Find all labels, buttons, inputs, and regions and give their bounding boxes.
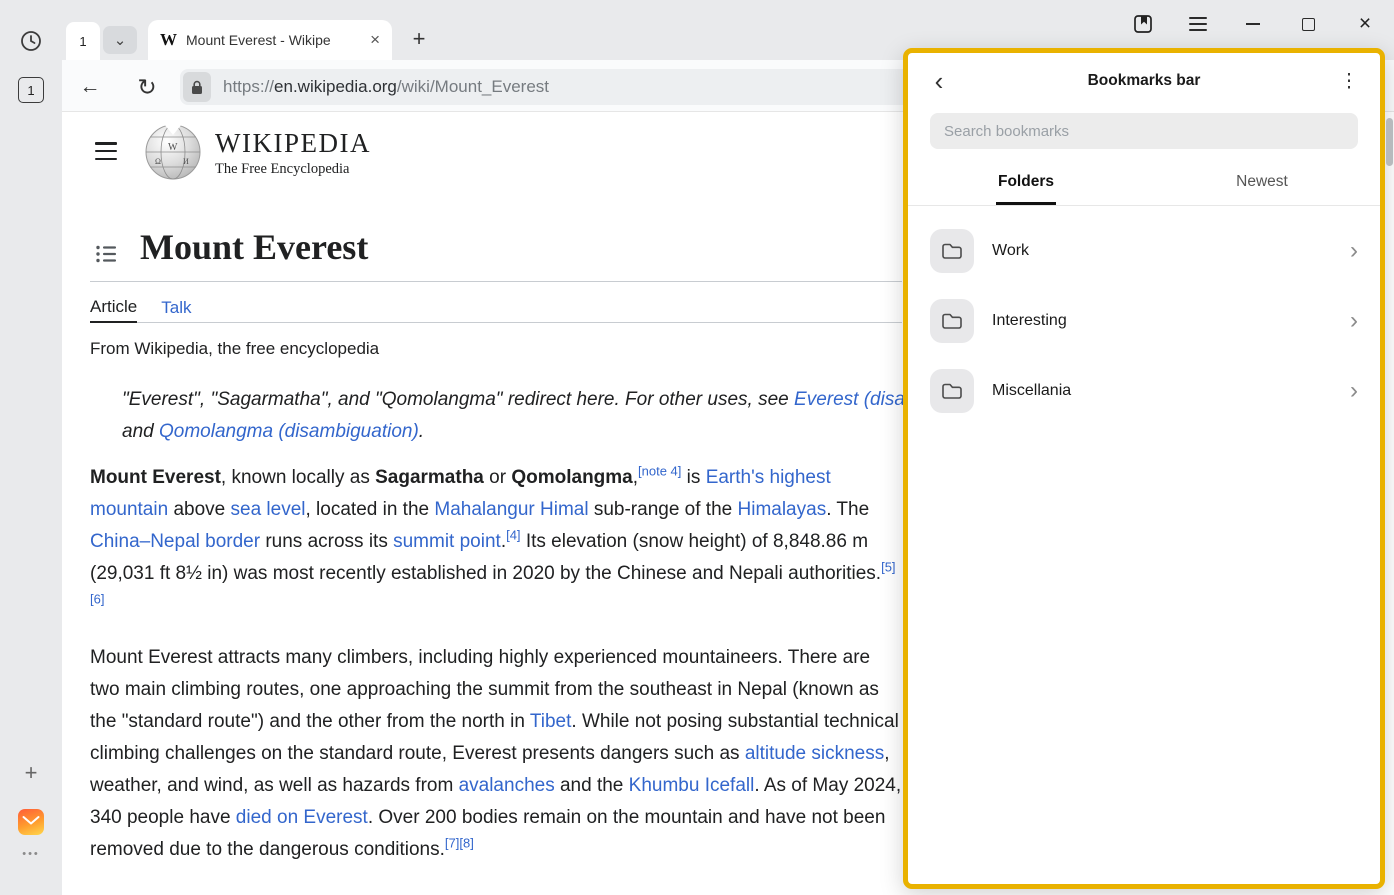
folder-icon xyxy=(930,369,974,413)
back-button[interactable]: ← xyxy=(76,73,104,101)
reload-button[interactable]: ↻ xyxy=(133,73,161,101)
panel-back-button[interactable]: ‹ xyxy=(924,66,954,97)
folder-icon xyxy=(930,299,974,343)
heading-divider xyxy=(90,281,902,282)
folder-icon xyxy=(930,229,974,273)
tab-stack-count: 1 xyxy=(79,34,86,49)
tab-stack-expand-button[interactable]: ⌄ xyxy=(103,26,137,54)
tab-article[interactable]: Article xyxy=(90,292,137,323)
article-talk-tabs: Article Talk xyxy=(90,292,902,323)
wordmark-tagline: The Free Encyclopedia xyxy=(215,161,371,178)
tab-folders-label: Folders xyxy=(996,165,1056,205)
bookmarks-panel: ‹ Bookmarks bar ⋮ Folders Newest Work › xyxy=(903,48,1385,889)
wikipedia-favicon: W xyxy=(160,30,177,50)
browser-window: 1 + ••• 1 ⌄ W Mount Everest - Wikipe × + xyxy=(0,0,1394,895)
article-paragraph: Mount Everest, known locally as Sagarmat… xyxy=(90,462,902,622)
wordmark-text: WIKIPEDIA xyxy=(215,128,371,159)
search-bookmarks-input[interactable] xyxy=(944,123,1344,140)
new-tab-button[interactable]: + xyxy=(404,24,434,54)
tab-title: Mount Everest - Wikipe xyxy=(186,32,361,48)
article-subtitle: From Wikipedia, the free encyclopedia xyxy=(90,339,379,359)
left-sidebar: 1 + ••• xyxy=(0,0,62,895)
folder-label: Interesting xyxy=(992,312,1332,330)
folder-label: Work xyxy=(992,242,1332,260)
tab-close-icon[interactable]: × xyxy=(370,30,380,50)
envelope-glyph xyxy=(22,815,40,829)
tab-talk[interactable]: Talk xyxy=(161,292,191,323)
minimize-button[interactable] xyxy=(1239,10,1267,38)
tab-newest[interactable]: Newest xyxy=(1144,165,1380,205)
page-title: Mount Everest xyxy=(140,226,368,268)
folder-row-work[interactable]: Work › xyxy=(908,216,1380,286)
tab-newest-label: Newest xyxy=(1234,165,1290,202)
tab-folders[interactable]: Folders xyxy=(908,165,1144,205)
chevron-right-icon[interactable]: › xyxy=(1350,237,1358,265)
minimize-icon xyxy=(1246,23,1260,25)
chevron-right-icon[interactable]: › xyxy=(1350,377,1358,405)
more-panels-icon[interactable]: ••• xyxy=(14,848,48,860)
url-text: https://en.wikipedia.org/wiki/Mount_Ever… xyxy=(223,77,549,97)
site-security-badge[interactable] xyxy=(183,72,211,102)
kebab-icon: ⋮ xyxy=(1340,70,1359,93)
svg-text:W: W xyxy=(168,142,178,153)
add-panel-button[interactable]: + xyxy=(18,760,44,786)
mail-icon[interactable] xyxy=(18,809,44,835)
window-close-button[interactable]: × xyxy=(1351,10,1379,38)
panel-title: Bookmarks bar xyxy=(954,72,1334,90)
lock-icon xyxy=(191,80,203,95)
main-menu-button[interactable] xyxy=(1184,10,1212,38)
back-arrow-icon: ← xyxy=(80,75,101,99)
maximize-button[interactable] xyxy=(1294,10,1322,38)
folder-row-miscellania[interactable]: Miscellania › xyxy=(908,356,1380,426)
hamburger-icon xyxy=(1189,17,1207,31)
wikipedia-globe-logo[interactable]: W Ω И xyxy=(143,122,203,187)
url-scheme: https:// xyxy=(223,77,274,96)
wikipedia-wordmark[interactable]: WIKIPEDIA The Free Encyclopedia xyxy=(215,128,371,178)
bookmarks-search[interactable] xyxy=(930,113,1358,149)
folder-row-interesting[interactable]: Interesting › xyxy=(908,286,1380,356)
chevron-down-icon: ⌄ xyxy=(114,31,127,49)
maximize-icon xyxy=(1302,18,1315,31)
plus-icon: + xyxy=(25,760,38,786)
panel-tabs: Folders Newest xyxy=(908,165,1380,206)
close-icon: × xyxy=(1359,12,1371,36)
url-path: /wiki/Mount_Everest xyxy=(397,77,549,96)
browser-tab[interactable]: W Mount Everest - Wikipe × xyxy=(148,20,392,60)
ellipsis-glyph: ••• xyxy=(22,848,40,860)
contents-list-icon[interactable] xyxy=(95,243,117,270)
article-paragraph: Mount Everest attracts many climbers, in… xyxy=(90,642,902,866)
scrollbar-thumb[interactable] xyxy=(1386,118,1393,166)
bookmarks-panel-button[interactable] xyxy=(1129,10,1157,38)
tab-stack-counter[interactable]: 1 xyxy=(66,22,100,60)
svg-text:И: И xyxy=(183,157,189,166)
panel-options-button[interactable]: ⋮ xyxy=(1334,70,1364,93)
workspace-badge[interactable]: 1 xyxy=(18,77,44,103)
svg-text:Ω: Ω xyxy=(155,157,161,166)
clock-icon-svg xyxy=(20,30,42,52)
bookmarks-panel-header: ‹ Bookmarks bar ⋮ xyxy=(908,53,1380,109)
workspace-label: 1 xyxy=(27,83,34,98)
clock-icon[interactable] xyxy=(18,28,44,54)
reload-icon: ↻ xyxy=(137,74,156,101)
url-host: en.wikipedia.org xyxy=(274,77,397,96)
bookmark-folders-list: Work › Interesting › Miscellania xyxy=(908,206,1380,884)
chevron-left-icon: ‹ xyxy=(935,66,944,97)
wikipedia-menu-button[interactable] xyxy=(95,142,117,160)
article-body: Mount Everest, known locally as Sagarmat… xyxy=(90,462,902,866)
chevron-right-icon[interactable]: › xyxy=(1350,307,1358,335)
bookmarks-panel-icon xyxy=(1132,13,1154,35)
folder-label: Miscellania xyxy=(992,382,1332,400)
plus-icon: + xyxy=(413,26,426,52)
